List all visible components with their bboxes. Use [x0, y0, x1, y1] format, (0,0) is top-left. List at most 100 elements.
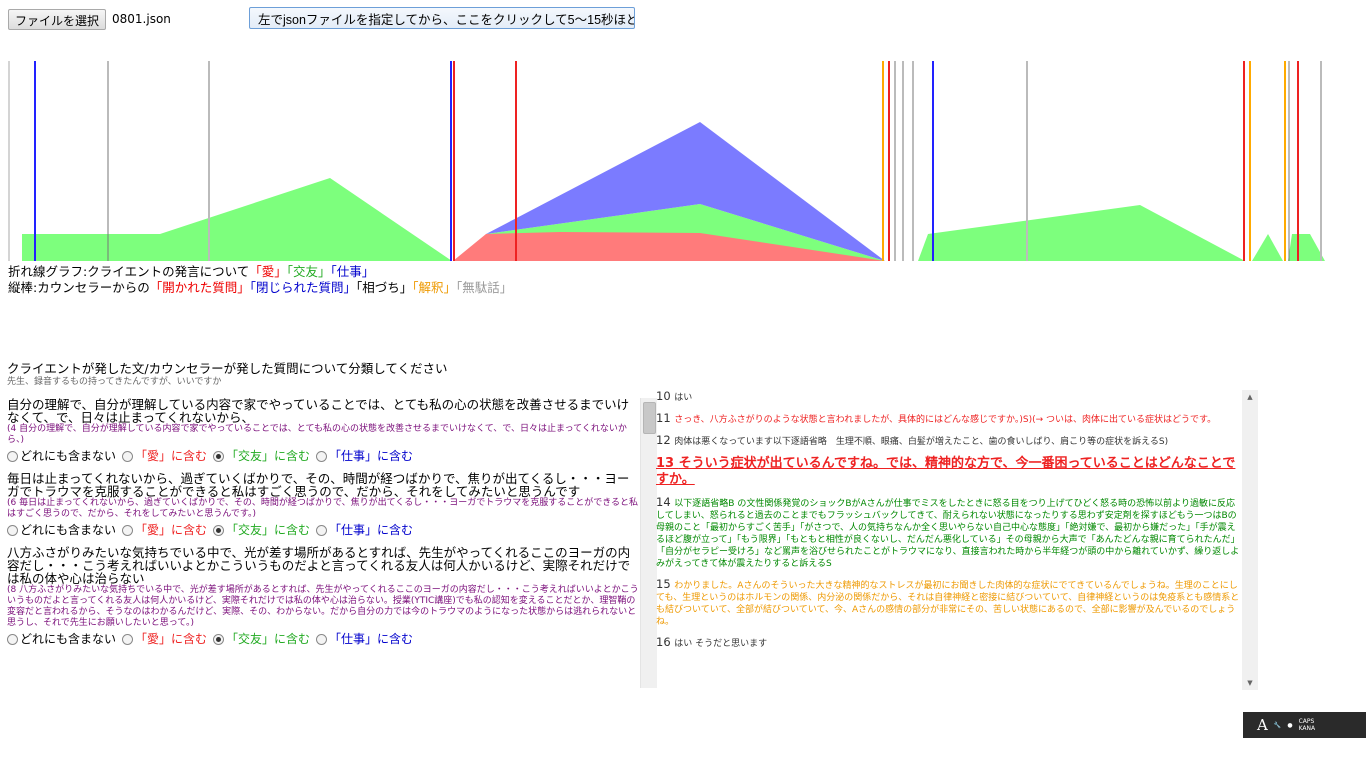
- option-label: 「仕事」に含む: [329, 523, 414, 537]
- transcript-row: 15 わかりました。Aさんのそういった大きな精神的なストレスが最初にお聞きした肉…: [656, 578, 1240, 628]
- radio-icon[interactable]: [122, 633, 134, 645]
- transcript-number: 16: [656, 635, 675, 649]
- option-label: 「仕事」に含む: [329, 632, 414, 646]
- option-radio[interactable]: 「愛」に含む: [122, 522, 207, 538]
- scroll-thumb[interactable]: [643, 402, 656, 434]
- option-radio[interactable]: 「仕事」に含む: [316, 522, 413, 538]
- legend-counsellor-prefix: 縦棒:カウンセラーからの: [8, 280, 150, 295]
- legend-interpretation: 「解釈」: [412, 280, 457, 295]
- transcript-list[interactable]: 10 はい 11 さっき、八方ふさがりのような状態と言われましたが、具体的にはどん…: [656, 390, 1240, 690]
- classification-item: 八方ふさがりみたいな気持ちでいる中で、光が差す場所があるとすれば、先生がやってく…: [7, 546, 639, 647]
- legend-friend: 「交友」: [286, 264, 331, 279]
- legend-love: 「愛」: [249, 264, 287, 279]
- item-options: どれにも含まない 「愛」に含む 「交友」に含む 「仕事」に含む: [7, 631, 639, 647]
- ime-tools-icon[interactable]: 🔧: [1274, 722, 1281, 729]
- session-chart: [0, 58, 1366, 263]
- transcript-row: 14 以下逐語省略B の文性関係発覚のショックBがAさんが仕事でミスをしたときに…: [656, 496, 1240, 570]
- transcript-row: 11 さっき、八方ふさがりのような状態と言われましたが、具体的にはどんな感じです…: [656, 412, 1240, 426]
- radio-icon[interactable]: [316, 633, 328, 645]
- ime-toolbar[interactable]: A 🔧 ● CAPS KANA: [1243, 712, 1366, 738]
- legend-open-question: 「開かれた質問」: [149, 280, 250, 295]
- option-label: 「交友」に含む: [226, 632, 311, 646]
- option-radio[interactable]: どれにも含まない: [7, 522, 116, 538]
- transcript-number: 12: [656, 433, 675, 447]
- transcript-row: 10 はい: [656, 390, 1240, 404]
- item-options: どれにも含まない 「愛」に含む 「交友」に含む 「仕事」に含む: [7, 448, 639, 464]
- transcript-row: 13 そういう症状が出ているんですね。では、精神的な方で、今一番困っていることは…: [656, 456, 1240, 488]
- classification-item: 自分の理解で、自分が理解している内容で家でやっていることでは、とても私の心の状態…: [7, 398, 639, 464]
- radio-icon[interactable]: [7, 450, 18, 462]
- transcript-number: 10: [656, 390, 675, 403]
- file-chooser-row: ファイルを選択 0801.json: [8, 8, 171, 30]
- legend-aizuchi: 「相づち」: [356, 280, 413, 295]
- option-radio[interactable]: 「交友」に含む: [213, 522, 310, 538]
- option-radio[interactable]: どれにも含まない: [7, 631, 116, 647]
- transcript-text: わかりました。Aさんのそういった大きな精神的なストレスが最初にお聞きした肉体的な…: [656, 581, 1240, 627]
- item-text: 八方ふさがりみたいな気持ちでいる中で、光が差す場所があるとすれば、先生がやってく…: [7, 545, 631, 586]
- transcript-text: はい: [674, 393, 693, 403]
- option-label: 「仕事」に含む: [329, 449, 414, 463]
- classification-list[interactable]: 自分の理解で、自分が理解している内容で家でやっていることでは、とても私の心の状態…: [7, 398, 639, 688]
- radio-icon[interactable]: [213, 450, 225, 462]
- legend-work: 「仕事」: [330, 264, 375, 279]
- classification-scrollbar[interactable]: ▲: [640, 398, 657, 688]
- ime-status-icon[interactable]: ●: [1287, 722, 1292, 729]
- transcript-row: 12 肉体は悪くなっています以下逐語省略 生理不順、眼痛、白髪が増えたこと、歯の…: [656, 434, 1240, 448]
- option-radio[interactable]: 「交友」に含む: [213, 448, 310, 464]
- transcript-text: 以下逐語省略B の文性関係発覚のショックBがAさんが仕事でミスをしたときに怒る目…: [656, 499, 1240, 569]
- transcript-number: 14: [656, 495, 675, 509]
- transcript-row: 16 はい そうだと思います: [656, 636, 1240, 650]
- transcript-text: そういう症状が出ているんですね。では、精神的な方で、今一番困っていることはどんな…: [656, 456, 1236, 487]
- radio-icon[interactable]: [7, 633, 18, 645]
- selected-filename: 0801.json: [112, 12, 171, 26]
- item-text: 自分の理解で、自分が理解している内容で家でやっていることでは、とても私の心の状態…: [7, 398, 630, 425]
- ime-caps-kana-indicator: CAPS KANA: [1298, 718, 1316, 732]
- radio-icon[interactable]: [122, 450, 134, 462]
- legend-client-prefix: 折れ線グラフ:クライエントの発言について: [8, 264, 250, 279]
- legend-closed-question: 「閉じられた質問」: [249, 280, 356, 295]
- legend-nomeaning: 「無駄話」: [456, 280, 513, 295]
- transcript-scroll-down-arrow[interactable]: ▼: [1242, 676, 1258, 690]
- choose-file-button[interactable]: ファイルを選択: [8, 8, 107, 30]
- option-label: 「愛」に含む: [135, 449, 208, 463]
- option-radio[interactable]: 「愛」に含む: [122, 448, 207, 464]
- item-note: (8 八方ふさがりみたいな気持ちでいる中で、光が差す場所があるとすれば、先生がや…: [7, 585, 639, 628]
- item-options: どれにも含まない 「愛」に含む 「交友」に含む 「仕事」に含む: [7, 522, 639, 538]
- option-label: 「交友」に含む: [226, 449, 311, 463]
- classification-list-wrapper: 自分の理解で、自分が理解している内容で家でやっていることでは、とても私の心の状態…: [7, 398, 657, 688]
- option-radio[interactable]: どれにも含まない: [7, 448, 116, 464]
- item-note: (4 自分の理解で、自分が理解している内容で家でやっていることでは、とても私の心…: [7, 424, 627, 445]
- transcript-text: はい そうだと思います: [674, 639, 768, 649]
- option-label: どれにも含まない: [20, 632, 117, 646]
- option-label: どれにも含まない: [20, 523, 117, 537]
- classification-heading: クライエントが発した文/カウンセラーが発した質問について分類してください: [7, 361, 448, 376]
- radio-icon[interactable]: [122, 524, 134, 536]
- option-label: 「愛」に含む: [135, 632, 208, 646]
- analyze-button[interactable]: 左でjsonファイルを指定してから、ここをクリックして5～15秒ほど待つ: [249, 7, 635, 29]
- transcript-scrollbar[interactable]: ▲ ▼: [1242, 390, 1258, 690]
- radio-icon[interactable]: [213, 524, 225, 536]
- transcript-number: 11: [656, 411, 675, 425]
- radio-icon[interactable]: [213, 633, 225, 645]
- option-radio[interactable]: 「交友」に含む: [213, 631, 310, 647]
- transcript-number: 15: [656, 577, 675, 591]
- option-radio[interactable]: 「仕事」に含む: [316, 631, 413, 647]
- option-label: どれにも含まない: [20, 449, 117, 463]
- classification-item: 毎日は止まってくれないから、過ぎていくばかりで、その、時間が経つばかりで、焦りが…: [7, 472, 639, 538]
- option-label: 「愛」に含む: [135, 523, 208, 537]
- option-radio[interactable]: 「仕事」に含む: [316, 448, 413, 464]
- transcript-text: 肉体は悪くなっています以下逐語省略 生理不順、眼痛、白髪が増えたこと、歯の食いし…: [674, 437, 1169, 447]
- item-text: 毎日は止まってくれないから、過ぎていくばかりで、その、時間が経つばかりで、焦りが…: [7, 471, 630, 499]
- ime-mode-icon[interactable]: A: [1257, 716, 1268, 734]
- radio-icon[interactable]: [7, 524, 18, 536]
- radio-icon[interactable]: [316, 450, 328, 462]
- transcript-text: さっき、八方ふさがりのような状態と言われましたが、具体的にはどんな感じですか。)…: [674, 415, 1217, 425]
- transcript-scroll-up-arrow[interactable]: ▲: [1242, 390, 1258, 404]
- classification-panel: クライエントが発した文/カウンセラーが発した質問について分類してください 先生、…: [7, 361, 657, 688]
- option-label: 「交友」に含む: [226, 523, 311, 537]
- radio-icon[interactable]: [316, 524, 328, 536]
- option-radio[interactable]: 「愛」に含む: [122, 631, 207, 647]
- legend-counsellor-bars: 縦棒:カウンセラーからの「開かれた質問」「閉じられた質問」「相づち」「解釈」「無…: [8, 280, 512, 296]
- classification-subtitle: 先生、録音するもの持ってきたんですが、いいですか: [7, 377, 222, 387]
- item-note: (6 毎日は止まってくれないから、過ぎていくばかりで、その、時間が経つばかりで、…: [7, 498, 639, 519]
